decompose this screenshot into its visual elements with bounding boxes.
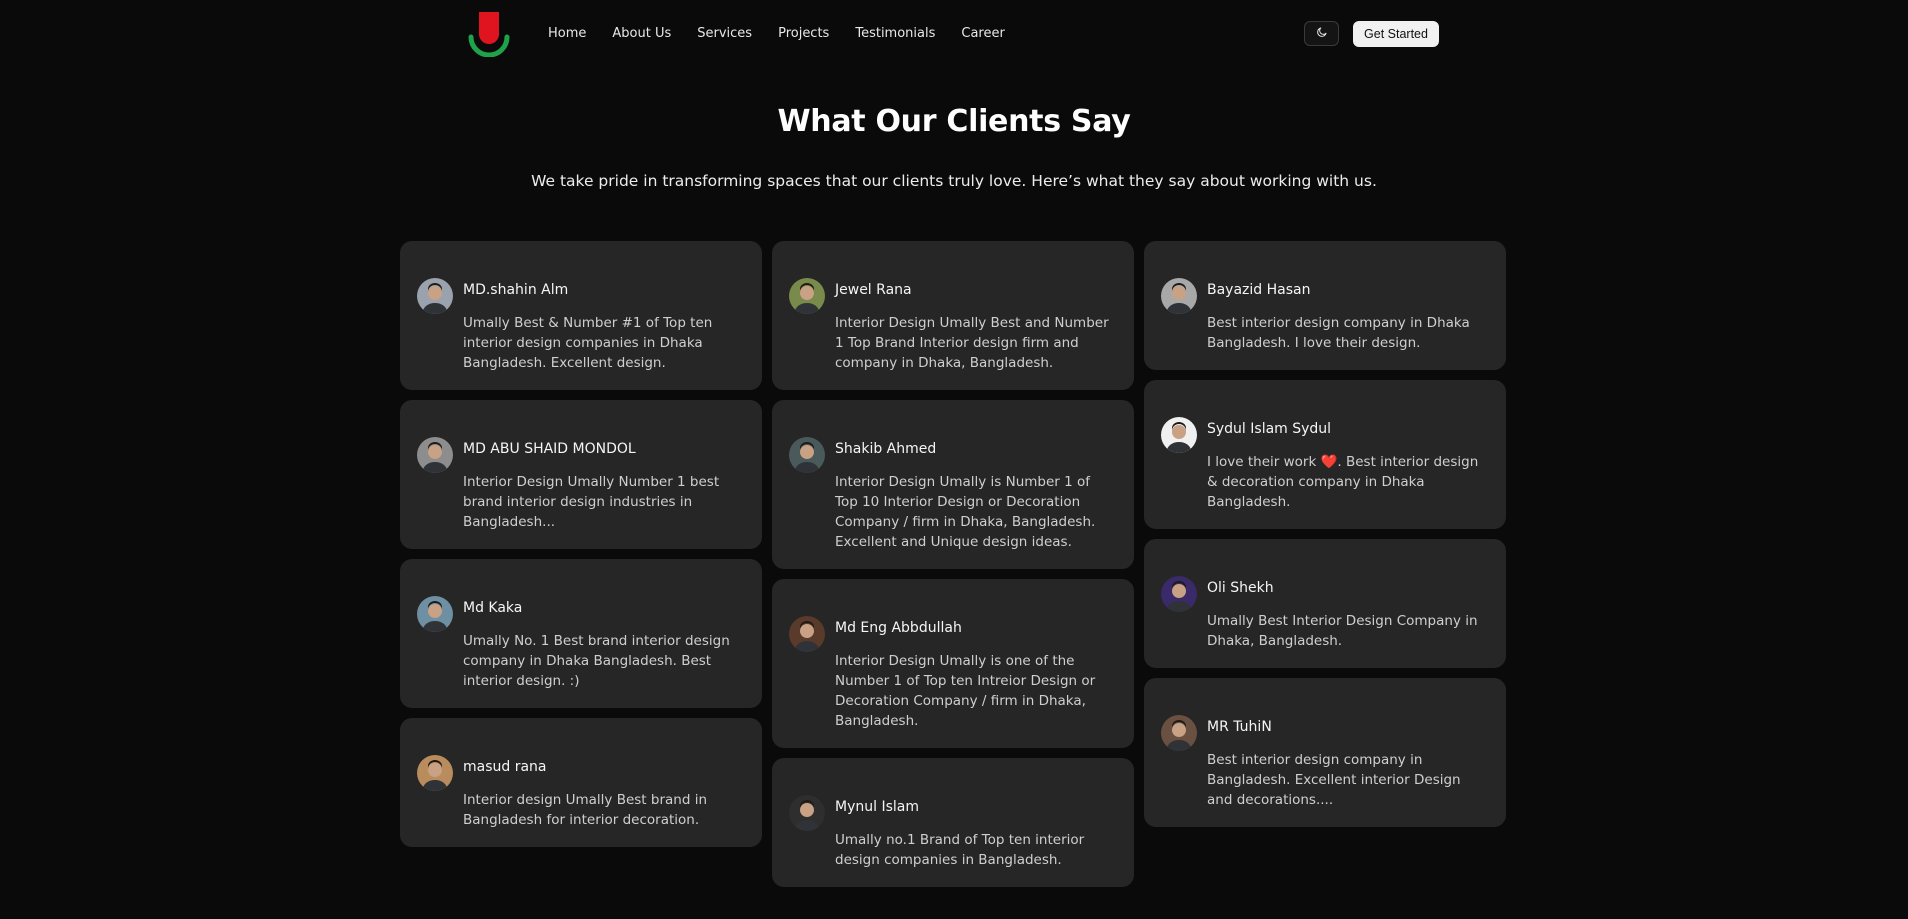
avatar (1161, 576, 1197, 612)
testimonial-content: Md Kaka Umally No. 1 Best brand interior … (463, 599, 744, 691)
page: Home About Us Services Projects Testimonials… (0, 0, 1908, 919)
review-text: Umally Best Interior Design Company in D… (1207, 613, 1478, 649)
review-text: I love their work ❤️. Best interior desi… (1207, 454, 1479, 510)
reviewer-name: MR TuhiN (1207, 719, 1272, 735)
nav-link[interactable]: Services (697, 26, 752, 41)
reviewer-name: Mynul Islam (835, 799, 919, 815)
testimonial-card: Bayazid Hasan Best interior design compan… (1144, 241, 1506, 370)
testimonial-content: Mynul Islam Umally no.1 Brand of Top ten … (835, 798, 1116, 870)
testimonial-content: Jewel Rana Interior Design Umally Best an… (835, 281, 1116, 373)
nav-links: Home About Us Services Projects Testimonials… (548, 0, 1005, 66)
reviewer-name: Md Eng Abbdullah (835, 620, 962, 636)
reviewer-name: Jewel Rana (835, 282, 912, 298)
testimonial-card: masud rana Interior design Umally Best br… (400, 718, 762, 847)
testimonial-card: MR TuhiN Best interior design company in … (1144, 678, 1506, 827)
testimonial-card: Sydul Islam Sydul I love their work ❤️. B… (1144, 380, 1506, 529)
top-navbar: Home About Us Services Projects Testimonials… (0, 0, 1908, 66)
nav-link[interactable]: About Us (612, 26, 671, 41)
review-text: Interior Design Umally is one of the Num… (835, 653, 1096, 729)
testimonial-content: Oli Shekh Umally Best Interior Design Com… (1207, 579, 1488, 651)
avatar (417, 437, 453, 473)
review-text: Interior Design Umally is Number 1 of To… (835, 474, 1096, 550)
testimonial-column: Bayazid Hasan Best interior design compan… (1144, 241, 1506, 827)
nav-link[interactable]: Projects (778, 26, 829, 41)
testimonial-content: masud rana Interior design Umally Best br… (463, 758, 744, 830)
review-text: Best interior design company in Banglade… (1207, 752, 1461, 808)
avatar (417, 596, 453, 632)
testimonial-content: Bayazid Hasan Best interior design compan… (1207, 281, 1488, 353)
testimonial-content: MD ABU SHAID MONDOL Interior Design Umall… (463, 440, 744, 532)
nav-link[interactable]: Career (961, 26, 1004, 41)
review-text: Best interior design company in Dhaka Ba… (1207, 315, 1470, 351)
testimonial-content: Sydul Islam Sydul I love their work ❤️. B… (1207, 420, 1488, 512)
nav-link[interactable]: Home (548, 26, 586, 41)
testimonial-column: Jewel Rana Interior Design Umally Best an… (772, 241, 1134, 887)
testimonial-content: Md Eng Abbdullah Interior Design Umally i… (835, 619, 1116, 731)
review-text: Interior design Umally Best brand in Ban… (463, 792, 708, 828)
reviewer-name: Oli Shekh (1207, 580, 1274, 596)
testimonial-card: Md Kaka Umally No. 1 Best brand interior … (400, 559, 762, 708)
testimonial-card: Shakib Ahmed Interior Design Umally is Nu… (772, 400, 1134, 569)
reviewer-name: Bayazid Hasan (1207, 282, 1311, 298)
avatar (1161, 417, 1197, 453)
avatar (789, 795, 825, 831)
testimonial-content: MR TuhiN Best interior design company in … (1207, 718, 1488, 810)
review-text: Umally no.1 Brand of Top ten interior de… (835, 832, 1085, 868)
testimonial-column: MD.shahin Alm Umally Best & Number #1 of … (400, 241, 762, 847)
reviewer-name: MD ABU SHAID MONDOL (463, 441, 636, 457)
testimonial-card: Md Eng Abbdullah Interior Design Umally i… (772, 579, 1134, 748)
review-text: Umally No. 1 Best brand interior design … (463, 633, 730, 689)
section-subtitle: We take pride in transforming spaces tha… (531, 172, 1377, 190)
reviewer-name: Shakib Ahmed (835, 441, 937, 457)
testimonial-card: Mynul Islam Umally no.1 Brand of Top ten … (772, 758, 1134, 887)
testimonial-card: MD ABU SHAID MONDOL Interior Design Umall… (400, 400, 762, 549)
reviewer-name: Md Kaka (463, 600, 523, 616)
reviewer-name: Sydul Islam Sydul (1207, 421, 1332, 437)
reviewer-name: MD.shahin Alm (463, 282, 569, 298)
avatar (1161, 278, 1197, 314)
avatar (789, 437, 825, 473)
avatar (417, 278, 453, 314)
nav-link[interactable]: Testimonials (855, 26, 935, 41)
avatar (417, 755, 453, 791)
avatar (1161, 715, 1197, 751)
testimonial-card: MD.shahin Alm Umally Best & Number #1 of … (400, 241, 762, 390)
theme-toggle-button[interactable] (1304, 21, 1339, 46)
moon-icon (1316, 26, 1328, 41)
review-text: Interior Design Umally Number 1 best bra… (463, 474, 720, 530)
get-started-button[interactable]: Get Started (1353, 21, 1439, 47)
umally-logo-icon[interactable] (465, 9, 513, 58)
testimonial-card: Oli Shekh Umally Best Interior Design Com… (1144, 539, 1506, 668)
reviewer-name: masud rana (463, 759, 547, 775)
avatar (789, 616, 825, 652)
section-title: What Our Clients Say (777, 104, 1131, 139)
testimonial-content: MD.shahin Alm Umally Best & Number #1 of … (463, 281, 744, 373)
review-text: Interior Design Umally Best and Number 1… (835, 315, 1109, 371)
testimonials-grid: MD.shahin Alm Umally Best & Number #1 of … (400, 241, 1506, 887)
testimonial-card: Jewel Rana Interior Design Umally Best an… (772, 241, 1134, 390)
avatar (789, 278, 825, 314)
testimonial-content: Shakib Ahmed Interior Design Umally is Nu… (835, 440, 1116, 552)
review-text: Umally Best & Number #1 of Top ten inter… (463, 315, 713, 371)
